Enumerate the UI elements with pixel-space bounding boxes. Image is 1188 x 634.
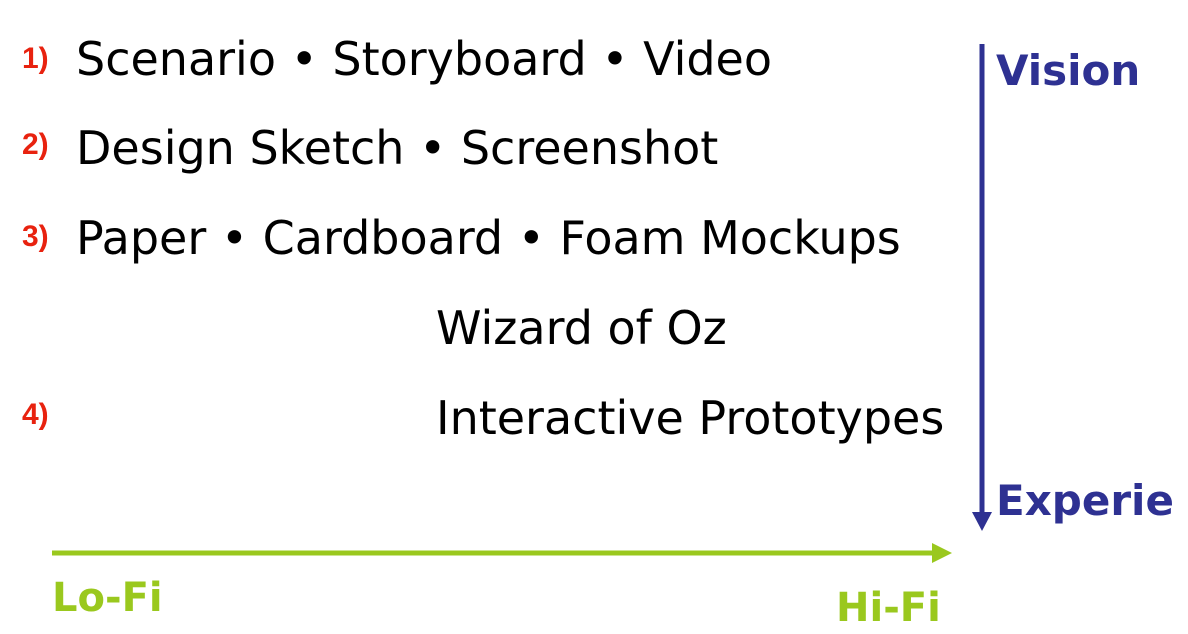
axis-label-experience: Experie xyxy=(996,476,1174,525)
axis-label-vision: Vision xyxy=(996,46,1141,95)
arrow-right-icon xyxy=(52,543,952,563)
axis-label-lofi: Lo-Fi xyxy=(52,575,163,621)
axis-label-hifi: Hi-Fi xyxy=(836,585,941,631)
arrows-layer xyxy=(52,44,992,563)
arrow-down-icon xyxy=(972,44,992,531)
